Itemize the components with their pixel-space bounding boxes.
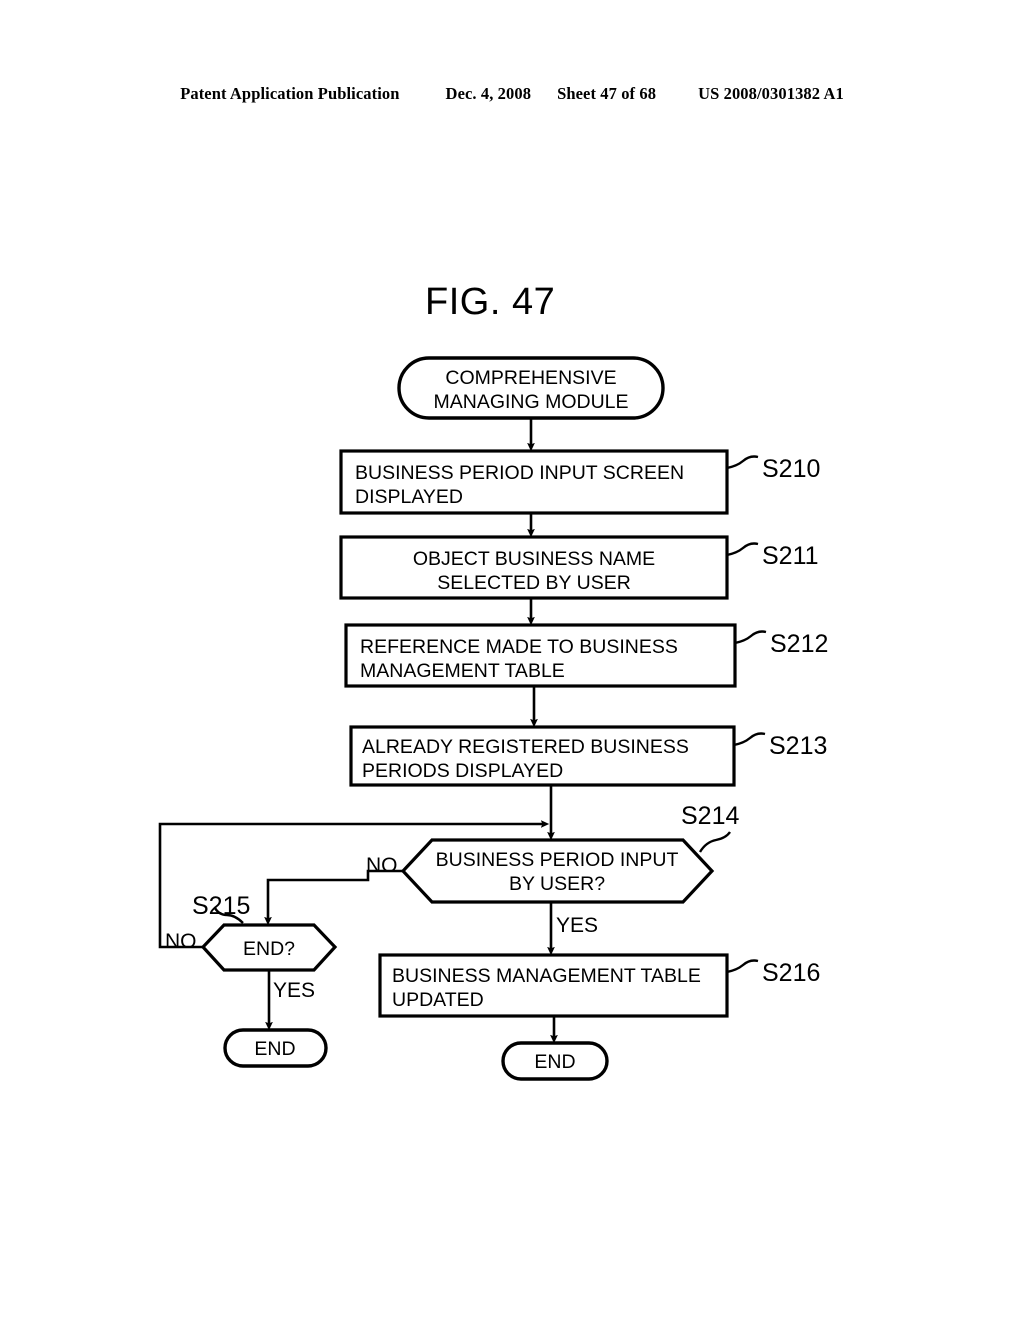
s213-line2: PERIODS DISPLAYED — [362, 760, 563, 782]
s213-line1: ALREADY REGISTERED BUSINESS — [362, 736, 689, 758]
s211-line2: SELECTED BY USER — [437, 572, 631, 594]
s211-line1: OBJECT BUSINESS NAME — [413, 548, 655, 570]
end-terminator-right: END — [501, 1041, 609, 1081]
end-left-text: END — [254, 1038, 295, 1060]
step-label-s210: S210 — [762, 455, 820, 483]
process-box-s210: BUSINESS PERIOD INPUT SCREEN DISPLAYED — [339, 449, 729, 515]
leader-s214 — [698, 831, 731, 853]
decision-hexagon-s214: BUSINESS PERIOD INPUT BY USER? — [400, 838, 715, 904]
connector-s214-no-to-s215 — [264, 869, 403, 926]
leader-s210 — [726, 455, 759, 470]
s212-line1: REFERENCE MADE TO BUSINESS — [360, 636, 678, 658]
s212-line2: MANAGEMENT TABLE — [360, 660, 565, 682]
start-terminator: COMPREHENSIVE MANAGING MODULE — [397, 356, 665, 420]
connector-s215-no-feedback — [158, 820, 550, 949]
s210-line1: BUSINESS PERIOD INPUT SCREEN — [355, 462, 684, 484]
step-label-s211: S211 — [762, 542, 819, 570]
step-label-s212: S212 — [770, 630, 828, 658]
leader-s213 — [733, 732, 766, 747]
leader-s211 — [726, 542, 759, 557]
start-terminator-line2: MANAGING MODULE — [433, 391, 628, 413]
s210-line2: DISPLAYED — [355, 486, 463, 508]
step-label-s214: S214 — [681, 802, 739, 830]
process-box-s216: BUSINESS MANAGEMENT TABLE UPDATED — [378, 953, 729, 1018]
step-label-s213: S213 — [769, 732, 827, 760]
s215-line1: END? — [243, 938, 295, 960]
end-right-text: END — [534, 1051, 575, 1073]
process-box-s212: REFERENCE MADE TO BUSINESS MANAGEMENT TA… — [344, 623, 737, 688]
s216-line2: UPDATED — [392, 989, 484, 1011]
step-label-s215: S215 — [192, 892, 250, 920]
branch-label-s214-yes: YES — [556, 914, 598, 937]
decision-hexagon-s215: END? — [200, 923, 338, 972]
leader-s212 — [734, 630, 767, 645]
start-terminator-line1: COMPREHENSIVE — [445, 367, 616, 389]
branch-label-s215-no: NO — [165, 930, 197, 953]
flowchart-diagram: COMPREHENSIVE MANAGING MODULE BUSINESS P… — [158, 356, 828, 1081]
s216-line1: BUSINESS MANAGEMENT TABLE — [392, 965, 701, 987]
s214-line2: BY USER? — [509, 873, 605, 895]
branch-label-s214-no: NO — [366, 854, 398, 877]
end-terminator-left: END — [223, 1028, 328, 1068]
process-box-s213: ALREADY REGISTERED BUSINESS PERIODS DISP… — [349, 725, 736, 787]
s214-line1: BUSINESS PERIOD INPUT — [436, 849, 679, 871]
step-label-s216: S216 — [762, 959, 820, 987]
leader-s216 — [726, 959, 759, 974]
branch-label-s215-yes: YES — [273, 979, 315, 1002]
process-box-s211: OBJECT BUSINESS NAME SELECTED BY USER — [339, 535, 729, 600]
